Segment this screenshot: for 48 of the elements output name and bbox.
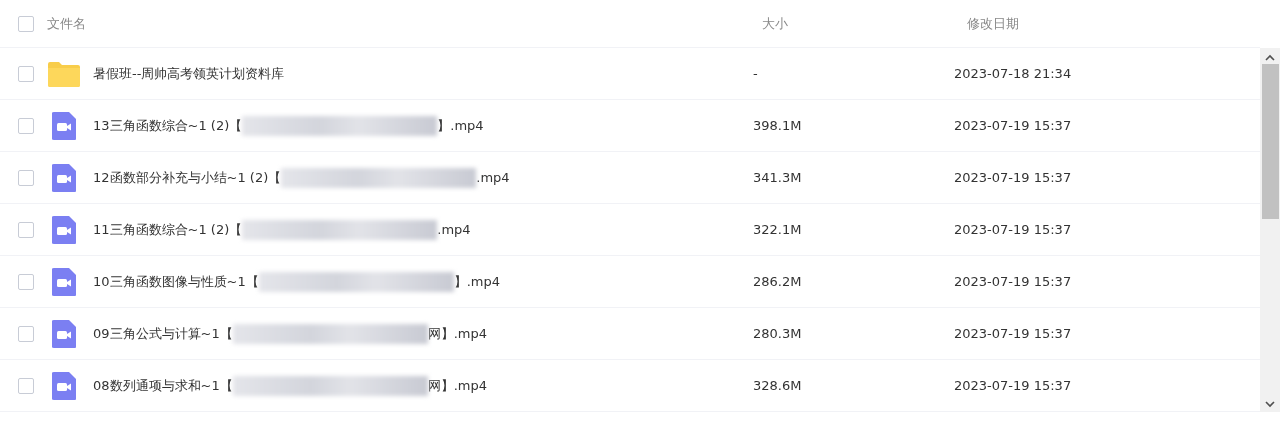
video-file-icon	[51, 161, 77, 194]
modified-date: 2023-07-19 15:37	[954, 273, 1072, 289]
file-name[interactable]: 09三角公式与计算~1【	[93, 323, 233, 344]
modified-date: 2023-07-19 15:37	[954, 117, 1072, 133]
modified-date: 2023-07-18 21:34	[954, 65, 1072, 81]
row-checkbox[interactable]	[18, 325, 34, 342]
modified-date: 2023-07-19 15:37	[954, 169, 1072, 185]
file-size: 328.6M	[753, 377, 802, 393]
scrollbar[interactable]	[1260, 48, 1280, 412]
row-checkbox[interactable]	[18, 221, 34, 238]
file-name[interactable]: 暑假班--周帅高考领英计划资料库	[93, 63, 285, 84]
column-header[interactable]: 文件名	[47, 13, 762, 34]
file-name[interactable]: 12函数部分补充与小结~1 (2)【	[93, 167, 282, 188]
file-name[interactable]: 11三角函数综合~1 (2)【	[93, 219, 243, 240]
file-name-end[interactable]: 网】.mp4	[427, 375, 488, 396]
scroll-up-icon[interactable]	[1265, 54, 1275, 62]
file-name[interactable]: 13三角函数综合~1 (2)【	[93, 115, 243, 136]
video-file-icon	[51, 265, 77, 298]
modified-date: 2023-07-19 15:37	[954, 325, 1072, 341]
file-name[interactable]: 08数列通项与求和~1【	[93, 375, 233, 396]
video-file-icon	[51, 317, 77, 350]
column-header[interactable]: 大小	[762, 13, 967, 34]
video-file-icon	[51, 213, 77, 246]
file-size: 286.2M	[753, 273, 802, 289]
file-size: 280.3M	[753, 325, 802, 341]
select-all-checkbox[interactable]	[18, 15, 34, 32]
file-name-end[interactable]: .mp4	[476, 167, 510, 188]
file-size: 398.1M	[753, 117, 802, 133]
row-checkbox[interactable]	[18, 169, 34, 186]
row-checkbox[interactable]	[18, 273, 34, 290]
file-name-end[interactable]: .mp4	[437, 219, 471, 240]
file-size: 322.1M	[753, 221, 802, 237]
file-name-end[interactable]: 】.mp4	[453, 271, 501, 292]
row-checkbox[interactable]	[18, 117, 34, 134]
modified-date: 2023-07-19 15:37	[954, 221, 1072, 237]
row-checkbox[interactable]	[18, 65, 34, 82]
column-header[interactable]: 修改日期	[967, 13, 1019, 34]
file-name-end[interactable]: 】.mp4	[437, 115, 484, 136]
file-size: 341.3M	[753, 169, 802, 185]
modified-date: 2023-07-19 15:37	[954, 377, 1072, 393]
video-file-icon	[51, 109, 77, 142]
row-checkbox[interactable]	[18, 377, 34, 394]
scroll-down-icon[interactable]	[1265, 400, 1275, 408]
file-name[interactable]: 10三角函数图像与性质~1【	[93, 271, 259, 292]
file-size: -	[753, 65, 758, 81]
file-name-end[interactable]: 网】.mp4	[427, 323, 488, 344]
video-file-icon	[51, 369, 77, 402]
scrollbar-thumb[interactable]	[1261, 64, 1279, 219]
